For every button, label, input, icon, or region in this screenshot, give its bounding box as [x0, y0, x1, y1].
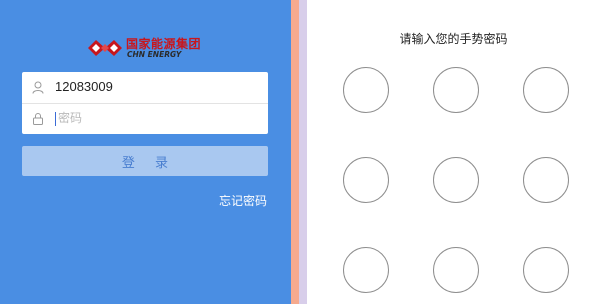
text-cursor: [55, 112, 56, 126]
login-form: 12083009: [22, 72, 268, 134]
forgot-password-link[interactable]: 忘记密码: [219, 192, 267, 209]
gesture-dot[interactable]: [343, 157, 389, 203]
password-field[interactable]: [58, 108, 258, 128]
login-button[interactable]: 登 录: [22, 146, 268, 176]
chn-energy-logo-icon: [88, 40, 122, 56]
gesture-dot[interactable]: [343, 67, 389, 113]
gesture-dot[interactable]: [343, 247, 389, 293]
lock-icon: [33, 113, 43, 125]
gesture-dot[interactable]: [433, 157, 479, 203]
gesture-dot[interactable]: [523, 247, 569, 293]
gesture-dot[interactable]: [433, 67, 479, 113]
username-field[interactable]: 12083009: [55, 79, 113, 94]
brand-logo: 国家能源集团 CHN ENERGY: [86, 34, 236, 62]
gesture-dot[interactable]: [523, 67, 569, 113]
gesture-title: 请输入您的手势密码: [399, 32, 508, 46]
user-icon: [32, 81, 44, 94]
panel-divider: [291, 0, 307, 304]
login-panel: 国家能源集团 CHN ENERGY 12083009 登 录 忘记密码: [0, 0, 291, 304]
brand-name-en: CHN ENERGY: [127, 50, 182, 59]
username-row[interactable]: 12083009: [22, 72, 268, 104]
gesture-dot[interactable]: [433, 247, 479, 293]
password-row[interactable]: [22, 103, 268, 134]
gesture-dot[interactable]: [523, 157, 569, 203]
